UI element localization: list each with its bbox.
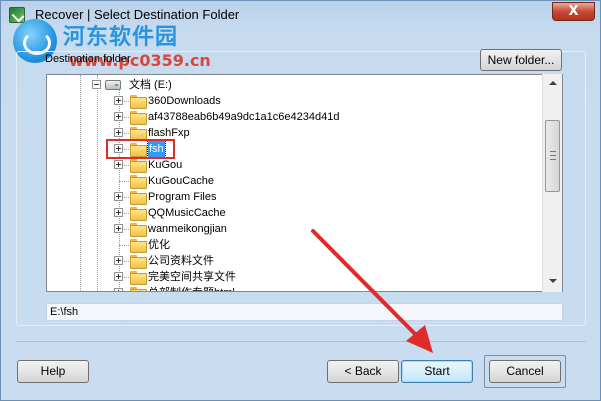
scroll-down-button[interactable] — [544, 273, 561, 290]
selected-path-field: E:\fsh — [46, 303, 563, 321]
tree-folder-label: 公司资料文件 — [148, 255, 214, 267]
arrow-up-icon — [549, 81, 557, 85]
tree-folder-label: wanmeikongjian — [148, 223, 227, 235]
tree-folder-label: 360Downloads — [148, 95, 221, 107]
tree-folder-row[interactable]: af43788eab6b49a9dc1a1c6e4234d41d — [47, 109, 547, 125]
expand-toggle-icon[interactable] — [114, 96, 123, 105]
tree-folder-row[interactable]: 优化 — [47, 237, 547, 253]
folder-icon — [130, 175, 147, 189]
tree-folder-label: KuGou — [148, 159, 183, 171]
cancel-button[interactable]: Cancel — [489, 360, 561, 383]
expand-toggle-icon[interactable] — [114, 128, 123, 137]
scroll-up-button[interactable] — [544, 76, 561, 93]
drive-label: 文档 (E:) — [129, 79, 172, 91]
folder-icon — [130, 127, 147, 141]
tree-folder-row[interactable]: KuGouCache — [47, 173, 547, 189]
destination-folder-label: Destination folder — [45, 53, 131, 65]
tree-folder-label: KuGouCache — [148, 175, 215, 187]
tree-folder-label: Program Files — [148, 191, 217, 203]
folder-icon — [130, 271, 147, 285]
tree-folder-row[interactable]: QQMusicCache — [47, 205, 547, 221]
expand-toggle-icon[interactable] — [114, 272, 123, 281]
expand-toggle-icon[interactable] — [114, 288, 123, 291]
expand-toggle-icon[interactable] — [114, 112, 123, 121]
tree-folder-row[interactable]: KuGou — [47, 157, 547, 173]
folder-tree-content: 文档 (E:) 360Downloads af43788eab6b49a9dc1a… — [47, 75, 547, 291]
folder-icon — [130, 255, 147, 269]
tree-drive-row[interactable]: 文档 (E:) — [47, 77, 547, 93]
expand-toggle-icon[interactable] — [114, 224, 123, 233]
expand-toggle-icon[interactable] — [114, 256, 123, 265]
tree-folder-row[interactable]: 360Downloads — [47, 93, 547, 109]
folder-icon — [130, 239, 147, 253]
arrow-down-icon — [549, 279, 557, 283]
tree-folder-row[interactable]: Program Files — [47, 189, 547, 205]
folder-icon — [130, 207, 147, 221]
collapse-toggle-icon[interactable] — [92, 80, 101, 89]
scroll-thumb[interactable] — [545, 120, 560, 192]
tree-folder-label: af43788eab6b49a9dc1a1c6e4234d41d — [148, 111, 340, 123]
folder-icon — [130, 159, 147, 173]
tree-folder-row[interactable]: 公司资料文件 — [47, 253, 547, 269]
expand-toggle-icon[interactable] — [114, 160, 123, 169]
folder-icon — [130, 191, 147, 205]
tree-folder-label: 完美空间共享文件 — [148, 271, 236, 283]
highlight-annotation — [106, 139, 175, 159]
folder-icon — [130, 111, 147, 125]
watermark-title: 河东软件园 — [63, 25, 179, 50]
folder-icon — [130, 223, 147, 237]
tree-folder-row[interactable]: 完美空间共享文件 — [47, 269, 547, 285]
drive-icon — [105, 80, 121, 90]
start-button[interactable]: Start — [401, 360, 473, 383]
folder-icon — [130, 287, 147, 291]
new-folder-button[interactable]: New folder... — [480, 49, 562, 71]
tree-folder-row[interactable]: 总部制作专题html — [47, 285, 547, 291]
grip-line — [550, 159, 556, 160]
tree-folder-label: 优化 — [148, 239, 170, 251]
folder-icon — [130, 95, 147, 109]
expand-toggle-icon[interactable] — [114, 192, 123, 201]
expand-toggle-icon[interactable] — [114, 208, 123, 217]
help-button[interactable]: Help — [17, 360, 89, 383]
separator — [16, 341, 586, 342]
tree-folder-row[interactable]: wanmeikongjian — [47, 221, 547, 237]
tree-folder-label: QQMusicCache — [148, 207, 226, 219]
grip-line — [550, 151, 556, 152]
back-button[interactable]: < Back — [327, 360, 399, 383]
recover-dialog: Recover | Select Destination Folder X 河东… — [0, 0, 601, 401]
tree-folder-label: 总部制作专题html — [148, 285, 235, 291]
folder-tree[interactable]: 文档 (E:) 360Downloads af43788eab6b49a9dc1a… — [46, 74, 563, 292]
tree-scrollbar[interactable] — [542, 74, 562, 292]
grip-line — [550, 155, 556, 156]
close-button[interactable]: X — [552, 2, 595, 21]
